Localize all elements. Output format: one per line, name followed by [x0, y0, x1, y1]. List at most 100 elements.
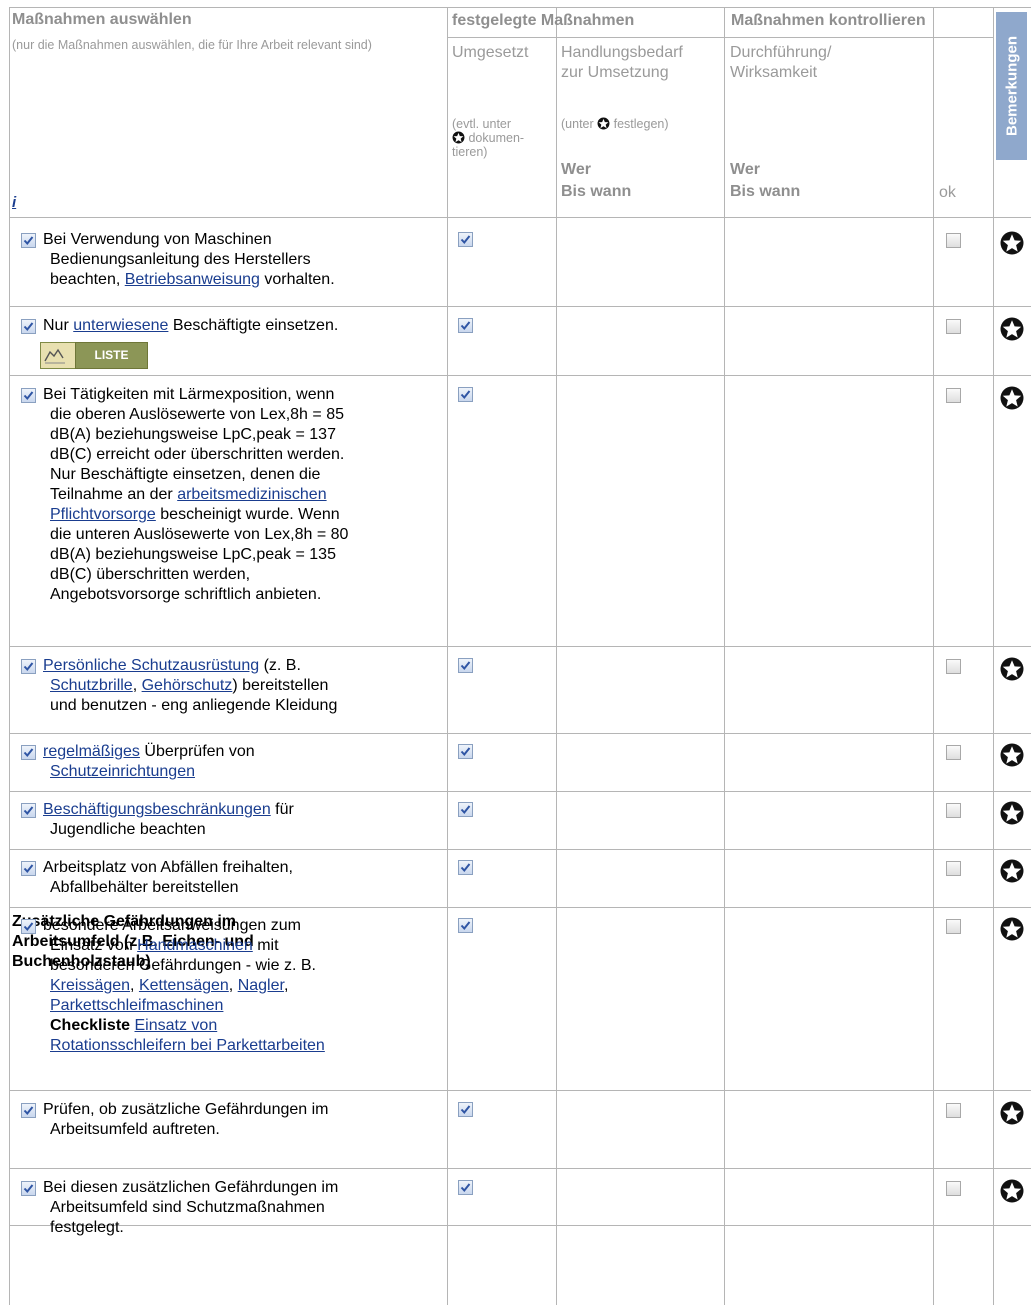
measure-link[interactable]: Schutzbrille [50, 677, 133, 694]
select-checkbox[interactable] [21, 1181, 36, 1196]
measure-text-part: (z. B. [259, 657, 301, 674]
measure-text-part: Nur Beschäftigte einsetzen, denen die [50, 466, 321, 483]
umgesetzt-note-1: (evtl. unter [452, 117, 512, 131]
umgesetzt-checkbox[interactable] [458, 1102, 473, 1117]
comment-star-icon[interactable] [1000, 859, 1024, 888]
grid-line [9, 217, 1031, 218]
measure-text-part: Beschäftigte einsetzen. [168, 317, 339, 334]
ok-checkbox[interactable] [946, 861, 961, 876]
ok-checkbox[interactable] [946, 1181, 961, 1196]
header-title: Maßnahmen auswählen [12, 11, 192, 28]
measure-text-part: festgelegt. [50, 1219, 124, 1236]
ok-checkbox[interactable] [946, 919, 961, 934]
select-checkbox[interactable] [21, 659, 36, 674]
umgesetzt-checkbox[interactable] [458, 387, 473, 402]
measure-text-part: , [228, 977, 238, 994]
ok-checkbox[interactable] [946, 319, 961, 334]
ok-checkbox[interactable] [946, 388, 961, 403]
measure-text-part: dB(C) überschritten werden, [50, 566, 251, 583]
measure-link[interactable]: Betriebsanweisung [125, 271, 260, 288]
grid-line [9, 1168, 1031, 1169]
comment-star-icon[interactable] [1000, 1101, 1024, 1130]
select-checkbox[interactable] [21, 1103, 36, 1118]
measure-text-part: mit [252, 937, 279, 954]
comment-star-icon[interactable] [1000, 657, 1024, 686]
select-checkbox[interactable] [21, 388, 36, 403]
grid-line [993, 7, 994, 1305]
grid-line [556, 7, 557, 1305]
measure-link[interactable]: Schutzeinrichtungen [50, 763, 195, 780]
measure-text-part: besondere Arbeitsanweisungen zum [43, 917, 301, 934]
measure-text-part: dB(C) erreicht oder überschritten werden… [50, 446, 345, 463]
measure-link[interactable]: Beschäftigungsbeschränkungen [43, 801, 271, 818]
measure-link[interactable]: Gehörschutz [142, 677, 233, 694]
measure-text-part: Arbeitsplatz von Abfällen freihalten, [43, 859, 293, 876]
measure-text-part: die unteren Auslösewerte von Lex,8h = 80 [50, 526, 349, 543]
measure-text: Arbeitsplatz von Abfällen freihalten, Abf… [43, 858, 438, 898]
measure-text: Persönliche Schutzausrüstung (z. B. Schut… [43, 656, 438, 716]
select-checkbox[interactable] [21, 319, 36, 334]
select-checkbox[interactable] [21, 803, 36, 818]
measure-text-part: Bedienungsanleitung des Herstellers [50, 251, 311, 268]
umgesetzt-checkbox[interactable] [458, 802, 473, 817]
umgesetzt-checkbox[interactable] [458, 232, 473, 247]
ok-checkbox[interactable] [946, 659, 961, 674]
measure-link[interactable]: Kettensägen [139, 977, 229, 994]
ok-checkbox[interactable] [946, 1103, 961, 1118]
liste-button[interactable]: LISTE [40, 342, 148, 369]
measure-link[interactable]: Einsatz von [135, 1017, 218, 1034]
measure-text-part: dB(A) beziehungsweise LpC,peak = 135 [50, 546, 336, 563]
grid-line [933, 7, 934, 1305]
liste-button-label: LISTE [75, 342, 148, 369]
select-checkbox[interactable] [21, 745, 36, 760]
umgesetzt-checkbox[interactable] [458, 918, 473, 933]
comment-star-icon[interactable] [1000, 386, 1024, 415]
measure-link[interactable]: Persönliche Schutzausrüstung [43, 657, 259, 674]
grid-line [9, 791, 1031, 792]
measure-text: Bei Verwendung von Maschinen Bedienungsan… [43, 230, 438, 290]
select-checkbox[interactable] [21, 919, 36, 934]
umgesetzt-checkbox[interactable] [458, 318, 473, 333]
wer-label: Wer [561, 161, 591, 178]
ok-checkbox[interactable] [946, 745, 961, 760]
comment-star-icon[interactable] [1000, 801, 1024, 830]
comment-star-icon[interactable] [1000, 317, 1024, 346]
measure-link[interactable]: arbeitsmedizinischen [177, 486, 326, 503]
select-checkbox[interactable] [21, 233, 36, 248]
grid-line [9, 733, 1031, 734]
umgesetzt-checkbox[interactable] [458, 1180, 473, 1195]
bis-wann-label-2: Bis wann [730, 183, 801, 200]
umgesetzt-checkbox[interactable] [458, 860, 473, 875]
measure-text-part: Angebotsvorsorge schriftlich anbieten. [50, 586, 322, 603]
measure-link[interactable]: Rotationsschleifern bei Parkettarbeiten [50, 1037, 325, 1054]
info-link[interactable]: i [12, 194, 16, 211]
grid-line [9, 1090, 1031, 1091]
comment-star-icon[interactable] [1000, 231, 1024, 260]
measure-text-part: für [270, 801, 294, 818]
measure-link[interactable]: Kreissägen [50, 977, 130, 994]
measure-link[interactable]: Pflichtvorsorge [50, 506, 156, 523]
measure-link[interactable]: Nagler [238, 977, 284, 994]
measure-link[interactable]: regelmäßiges [43, 743, 140, 760]
select-checkbox[interactable] [21, 861, 36, 876]
column-header-umgesetzt: Umgesetzt [452, 44, 529, 61]
measure-text-part: Bei Verwendung von Maschinen [43, 231, 272, 248]
comment-star-icon[interactable] [1000, 743, 1024, 772]
umgesetzt-checkbox[interactable] [458, 658, 473, 673]
grid-line [447, 7, 448, 1305]
measure-text-part: die oberen Auslösewerte von Lex,8h = 85 [50, 406, 344, 423]
grid-line [447, 37, 993, 38]
comment-star-icon[interactable] [1000, 1179, 1024, 1208]
comment-star-icon[interactable] [1000, 917, 1024, 946]
measure-text-part: Teilnahme an der [50, 486, 178, 503]
ok-checkbox[interactable] [946, 803, 961, 818]
measure-link[interactable]: unterwiesene [73, 317, 168, 334]
measure-text-part: Nur [43, 317, 74, 334]
column-header-ok: ok [939, 184, 956, 201]
column-header-handlungsbedarf-2: zur Umsetzung [561, 64, 669, 81]
measure-link[interactable]: Parkettschleifmaschinen [50, 997, 223, 1014]
umgesetzt-checkbox[interactable] [458, 744, 473, 759]
measure-link[interactable]: Handmaschinen [137, 937, 253, 954]
ok-checkbox[interactable] [946, 233, 961, 248]
measure-text-part: Arbeitsumfeld sind Schutzmaßnahmen [50, 1199, 325, 1216]
